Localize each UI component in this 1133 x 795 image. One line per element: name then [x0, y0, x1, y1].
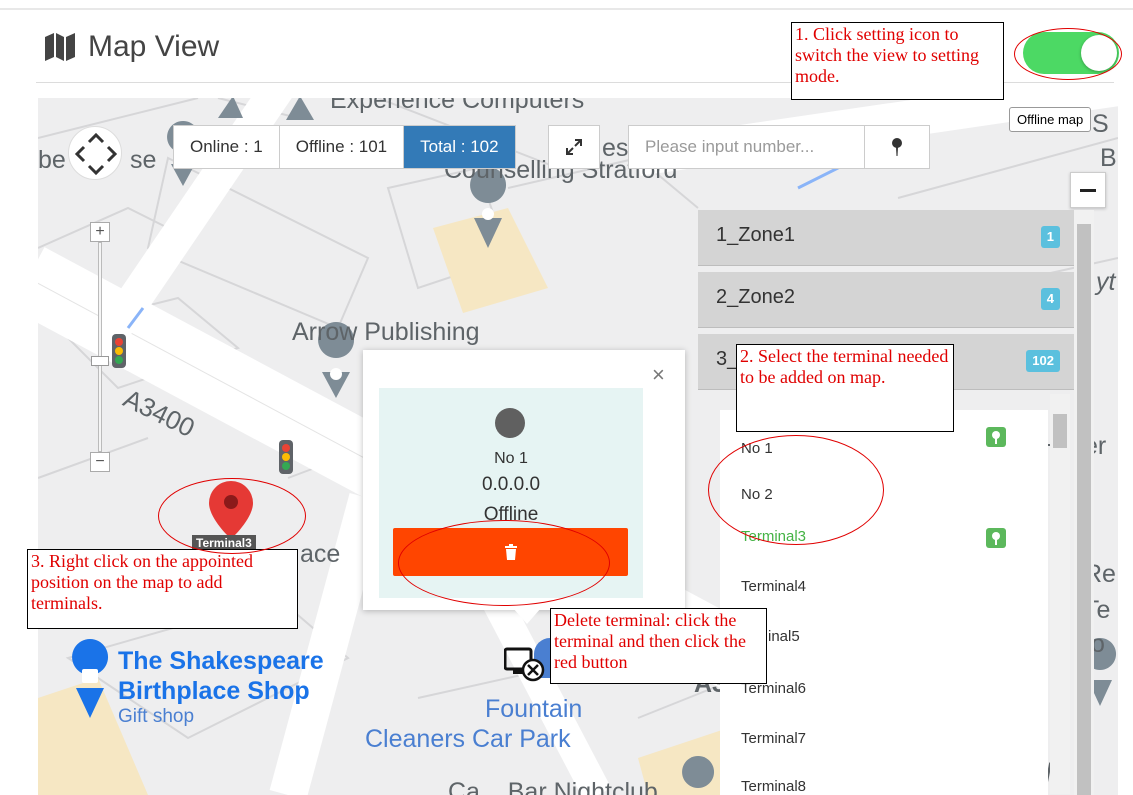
zoom-thumb[interactable] — [91, 356, 109, 366]
online-count[interactable]: Online : 1 — [174, 126, 280, 168]
zoom-in-button[interactable]: + — [90, 222, 110, 242]
map-canvas[interactable]: Experience Computers be se es Counsellin… — [38, 98, 1118, 795]
map-pin-icon — [892, 138, 902, 156]
terminal-list-item[interactable]: inal5 — [768, 628, 800, 645]
terminal-status-bar: Online : 1 Offline : 101 Total : 102 — [173, 125, 516, 169]
terminal-ip: 0.0.0.0 — [481, 474, 541, 495]
map-label-place-partial: ace — [300, 540, 341, 568]
zoom-slider[interactable]: + − — [90, 222, 110, 472]
zone-label: 3_ — [716, 348, 739, 370]
terminal-status-dot — [495, 408, 525, 438]
fullscreen-button[interactable] — [548, 125, 600, 169]
annotation-note-2: 2. Select the terminal needed to be adde… — [736, 344, 954, 432]
map-label-experience: Experience Computers — [330, 98, 585, 114]
placed-pin-icon — [986, 427, 1006, 447]
page-title: Map View — [88, 30, 220, 63]
pan-control[interactable] — [68, 126, 122, 180]
annotation-ellipse-toggle — [1014, 28, 1122, 80]
terminal-list-item[interactable]: Terminal8 — [741, 778, 806, 795]
top-divider — [0, 8, 1133, 10]
map-label-partial: be — [38, 146, 66, 174]
zone-label: 1_Zone1 — [716, 224, 795, 246]
annotation-ellipse-marker — [158, 478, 306, 554]
map-label-fountain-2: Cleaners Car Park — [365, 725, 571, 753]
scrollbar-thumb[interactable] — [1077, 224, 1091, 795]
map-label-partial-2: se — [130, 146, 157, 174]
map-label-right-9: yt — [1096, 268, 1116, 296]
annotation-ellipse-delete — [398, 520, 610, 606]
annotation-note-3: 3. Right click on the appointed position… — [27, 549, 298, 629]
pan-arrows-icon — [74, 132, 118, 176]
page-header: Map View — [44, 30, 219, 64]
expand-icon — [566, 139, 582, 155]
zone-row[interactable]: 1_Zone1 1 — [698, 210, 1076, 266]
zone-label: 2_Zone2 — [716, 286, 795, 308]
map-label-arrow-publishing: Arrow Publishing — [292, 318, 480, 346]
terminal-device-icon[interactable] — [503, 646, 546, 687]
zone-count-badge: 1 — [1040, 226, 1060, 248]
map-label-gift-shop: Gift shop — [118, 706, 195, 727]
map-label-shakespeare-2: Birthplace Shop — [118, 677, 310, 705]
terminal-name: No 1 — [494, 450, 528, 467]
map-icon — [45, 33, 75, 61]
map-label-right-2: B — [1100, 144, 1117, 172]
annotation-ellipse-list — [708, 435, 884, 545]
total-count[interactable]: Total : 102 — [404, 126, 515, 168]
collapse-panel-button[interactable] — [1070, 172, 1106, 208]
terminal-search-input[interactable] — [629, 126, 865, 168]
popup-pointer — [513, 608, 541, 624]
map-label-bottom: Ca... Bar Nightclub — [448, 778, 658, 795]
annotation-note-delete: Delete terminal: click the terminal and … — [550, 608, 767, 684]
map-label-fountain-1: Fountain — [485, 695, 583, 723]
annotation-note-1: 1. Click setting icon to switch the view… — [791, 22, 1004, 100]
terminal-search — [628, 125, 930, 169]
zone-count-badge: 4 — [1040, 288, 1060, 310]
zone-panel-scrollbar[interactable] — [1074, 210, 1094, 795]
zoom-track[interactable] — [98, 242, 102, 452]
popup-close-button[interactable]: × — [652, 362, 665, 388]
zoom-out-button[interactable]: − — [90, 452, 110, 472]
placed-pin-icon — [986, 528, 1006, 548]
scrollbar-thumb[interactable] — [1053, 414, 1067, 448]
offline-count[interactable]: Offline : 101 — [280, 126, 405, 168]
map-label-shakespeare-1: The Shakespeare — [118, 647, 324, 675]
zone-row[interactable]: 2_Zone2 4 — [698, 272, 1076, 328]
terminal-list-item[interactable]: Terminal7 — [741, 730, 806, 747]
map-label-right-1: S — [1092, 110, 1109, 138]
locate-terminal-button[interactable] — [865, 126, 929, 168]
terminal-list-item[interactable]: Terminal4 — [741, 578, 806, 595]
toggle-tooltip: Offline map — [1009, 107, 1092, 132]
terminal-list-scrollbar[interactable] — [1050, 394, 1070, 794]
zone-count-badge: 102 — [1026, 350, 1060, 372]
